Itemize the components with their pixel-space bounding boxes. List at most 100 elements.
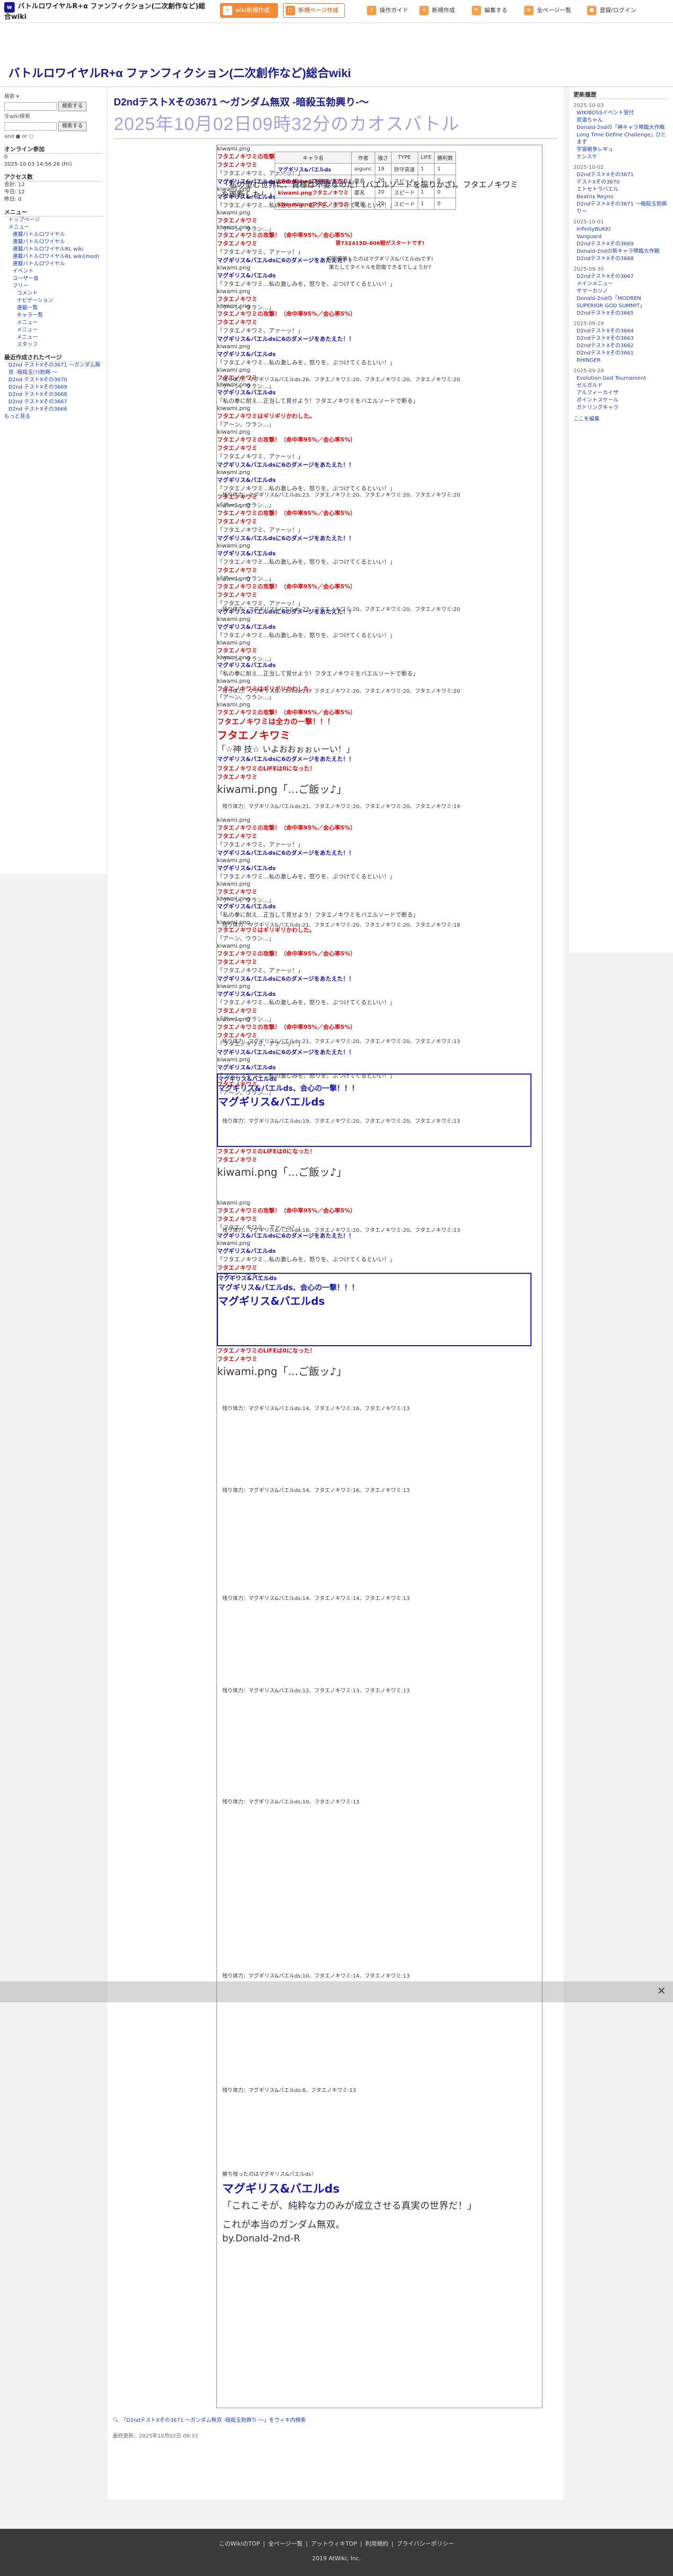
menu-item[interactable]: 連載バトルロワイヤルRL wiki(mod) xyxy=(4,253,103,261)
table-cell[interactable]: マグギリス&バエルds xyxy=(274,163,352,175)
battle-block: kiwami.png マグギリス&バエルds 「私の拳に耐え…正当して見せよう！フタ… xyxy=(217,895,490,942)
log-line: フタエノキワミ xyxy=(217,518,257,525)
update-item[interactable]: RHINGER xyxy=(573,357,669,364)
update-item[interactable]: D2ndテストXその3667 xyxy=(573,273,669,281)
update-item[interactable]: D2ndテストXその3662 xyxy=(573,342,669,350)
search-wiki-link[interactable]: 🔍︎ 「D2ndテストXその3671 〜ガンダム無双 -暗殺玉勃興り-〜」をウィ… xyxy=(113,2416,306,2423)
footer-link[interactable]: プライバシーポリシー xyxy=(397,2540,454,2547)
recent-item[interactable]: D2nd テストXその3667 xyxy=(4,399,103,406)
update-item[interactable]: Evolution God Tournament xyxy=(573,375,669,382)
menu-item[interactable]: スタッフ xyxy=(4,341,103,349)
recent-item[interactable]: D2nd テストXその3666 xyxy=(4,406,103,413)
log-line: フタエノキワミの攻撃！（命中率95%／会心率5%） xyxy=(217,510,356,517)
update-item[interactable]: D2ndテストXその3668 xyxy=(573,255,669,263)
menu-item[interactable]: メニュー xyxy=(4,319,103,327)
hp-line: 残り体力：マグギリス&バエルds:12、フタエノキワミ:13、フタエノキワミ:1… xyxy=(222,1688,410,1694)
menu-item[interactable]: イベント xyxy=(4,268,103,275)
updates-list: 2025-10-03 WIKIBOSSイベント受付 冥道ちゃん Donald-2ndの… xyxy=(573,102,669,412)
menu-item[interactable]: メニュー xyxy=(4,334,103,341)
menu-item[interactable]: 連載バトルロワイヤル xyxy=(4,261,103,268)
menu-item[interactable]: キャラ一覧 xyxy=(4,312,103,319)
table-header-cell: TYPE xyxy=(390,152,418,164)
update-item[interactable]: ガトリングキャラ xyxy=(573,404,669,412)
kiwami-image: kiwami.png xyxy=(217,428,251,435)
guide-link[interactable]: ? 操作ガイド xyxy=(367,3,408,18)
footer-link[interactable]: アットウィキTOP xyxy=(311,2540,357,2547)
update-item[interactable]: メインメニュー xyxy=(573,281,669,288)
wiki-search-button[interactable]: 検索する xyxy=(58,122,87,131)
site-title[interactable]: w バトルロワイヤルR+α ファンフィクション(二次創作など)総合wiki xyxy=(4,2,211,21)
update-item[interactable]: D2ndテストXその3669 xyxy=(573,241,669,248)
new-link[interactable]: ＋新規作成 xyxy=(419,3,455,18)
menu-item[interactable]: トップページ xyxy=(4,217,103,224)
search-button[interactable]: 検索する xyxy=(58,102,87,111)
menu-item[interactable]: コメント xyxy=(4,290,103,297)
update-item[interactable]: ゼルガルド xyxy=(573,382,669,390)
crit-line: フタエノキワミは全カの一撃！！！ xyxy=(217,718,334,726)
recent-item[interactable]: D2nd テストXその3669 xyxy=(4,384,103,391)
winner-line: 勝ち残ったのはマグギリス&バエルds！ xyxy=(222,2172,317,2177)
update-item[interactable]: テストXその3670 xyxy=(573,179,669,186)
hungry-text: 「…ご飯ッ♪」 xyxy=(277,783,347,796)
more-link[interactable]: もっと見る xyxy=(4,413,103,421)
menu-item[interactable]: ユーザー会 xyxy=(4,275,103,283)
update-item[interactable]: InfinityBUKKI xyxy=(573,226,669,233)
update-item[interactable]: Donald-2ndの「MODREN SUPERIOR GOD SUMMIT」 xyxy=(573,295,669,310)
search-input[interactable] xyxy=(4,102,57,111)
update-item[interactable]: D2ndテストXその3664 xyxy=(573,328,669,335)
wiki-search-input[interactable] xyxy=(4,122,57,131)
guide-icon: ? xyxy=(367,6,376,15)
update-item[interactable]: WIKIBOSSイベント受付 xyxy=(573,110,669,117)
menu-item[interactable]: ナビゲーション xyxy=(4,297,103,305)
wiki-create-button[interactable]: ＋ wiki新規作成 xyxy=(220,3,278,18)
kiwami-image: kiwami.png xyxy=(217,288,251,295)
hungry-line: kiwami.png「…ご飯ッ♪」 xyxy=(217,1164,453,1179)
update-item[interactable]: D2ndテストXその3661 xyxy=(573,350,669,357)
all-pages-link[interactable]: ≡ 全ページ一覧 xyxy=(524,3,571,18)
update-item[interactable]: エトセトラバエル xyxy=(573,186,669,194)
update-item[interactable]: Donald-2ndの「神キャラ降臨大作戦 Long Time Define C… xyxy=(573,124,669,146)
update-item[interactable]: Vanguard xyxy=(573,233,669,241)
menu-item[interactable]: 連載バトルロワイヤルRL wiki xyxy=(4,246,103,253)
recent-item[interactable]: D2nd テストXその3671 〜ガンダム無双 -暗殺玉(?)勃興-〜 xyxy=(4,362,103,377)
log-line: フタエノキワミ xyxy=(217,833,257,840)
menu-item[interactable]: 連載一覧 xyxy=(4,305,103,312)
update-item[interactable]: アルフィーカイザ xyxy=(573,390,669,397)
update-item[interactable]: Donald-2ndの新キャラ降臨大作戦 xyxy=(573,248,669,255)
footer-link[interactable]: このWikiのTOP xyxy=(219,2540,260,2547)
right-sidebar: 更新履歴 2025-10-03 WIKIBOSSイベント受付 冥道ちゃん Donald… xyxy=(569,87,673,952)
menu-item[interactable]: メニュー xyxy=(4,224,103,231)
battle-block: kiwami.pngフタエノキワミの攻撃！（命中率95%／会心率5%）フタエノキ… xyxy=(217,1199,453,1280)
new-page-button[interactable]: □ 新規ページ作成 xyxy=(283,3,345,18)
footer-link[interactable]: 全ページ一覧 xyxy=(268,2540,303,2547)
menu-item[interactable]: 連載バトルロワイヤル xyxy=(4,239,103,246)
recent-item[interactable]: D2nd テストXその3668 xyxy=(4,391,103,399)
update-item[interactable]: サマーカジノ xyxy=(573,288,669,295)
menu-item[interactable]: メニュー xyxy=(4,327,103,334)
update-item[interactable]: 宇宙戦争レギュ xyxy=(573,146,669,154)
update-item[interactable]: ケンスケ xyxy=(573,154,669,161)
wiki-title[interactable]: バトルロワイヤルR+α ファンフィクション(二次創作など)総合wiki xyxy=(8,64,351,81)
close-icon[interactable]: ✕ xyxy=(655,1984,668,1997)
menu-item[interactable]: 連載バトルロワイヤル xyxy=(4,231,103,239)
update-item[interactable]: Beatrix Reyno xyxy=(573,194,669,201)
update-item[interactable]: ポイントスケール xyxy=(573,397,669,404)
menu-item[interactable]: フリー xyxy=(4,283,103,290)
log-line: マグギリス&バエルds xyxy=(218,1275,277,1282)
login-link[interactable]: ● 登録/ログイン xyxy=(587,3,636,18)
log-line: フタエノキワミのLIFEは0になった！ xyxy=(217,1347,316,1354)
recent-item[interactable]: D2nd テストXその3670 xyxy=(4,377,103,384)
pencil-icon: ✎ xyxy=(472,6,481,15)
footer-sep: | xyxy=(391,2540,394,2547)
footer-link[interactable]: 利用規約 xyxy=(365,2540,388,2547)
log-line: 「フタエノキワミ、アァーッ！」 xyxy=(217,327,303,334)
edit-here-link[interactable]: ここを編集 xyxy=(573,416,669,423)
log-line: フタエノキワミ xyxy=(217,647,257,654)
update-item[interactable]: D2ndテストXその3665 xyxy=(573,310,669,317)
update-item[interactable]: D2ndテストXその3671 xyxy=(573,171,669,179)
update-item[interactable]: D2ndテストXその3671 〜暗殺玉勃興り〜 xyxy=(573,201,669,216)
edit-link[interactable]: ✎ 編集する xyxy=(472,3,507,18)
and-or-radio[interactable]: and ● or ○ xyxy=(4,133,103,141)
update-item[interactable]: 冥道ちゃん xyxy=(573,117,669,124)
update-item[interactable]: D2ndテストXその3663 xyxy=(573,335,669,342)
